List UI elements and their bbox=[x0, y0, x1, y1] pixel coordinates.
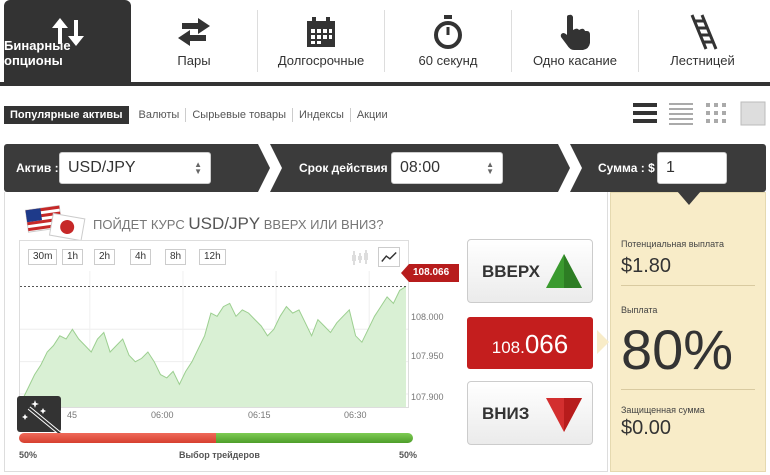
traders-choice-label: Выбор трейдеров bbox=[179, 450, 260, 460]
expiry-label: Срок действия : bbox=[299, 161, 395, 175]
usd-jpy-flags-icon bbox=[24, 205, 86, 242]
x-tick: 06:30 bbox=[344, 410, 367, 420]
y-tick: 107.950 bbox=[411, 351, 444, 361]
traders-up-share bbox=[216, 433, 413, 443]
potential-payout-label: Потенциальная выплата bbox=[621, 239, 724, 249]
protected-amount-value: $0.00 bbox=[621, 417, 672, 439]
x-tick: 06:15 bbox=[248, 410, 271, 420]
asset-category-nav: Популярные активы Валюты Сырьевые товары… bbox=[4, 106, 394, 124]
x-tick: 45 bbox=[67, 410, 78, 420]
ladder-icon bbox=[683, 12, 723, 52]
select-arrows-icon: ▲ ▼ bbox=[194, 160, 202, 176]
product-tabs: Бинарные опционы Пары Долгосрочные 60 се… bbox=[0, 0, 770, 86]
payout-label: Выплата bbox=[621, 305, 658, 315]
trade-panel: ПОЙДЕТ КУРС USD/JPY ВВЕРХ ИЛИ ВНИЗ? 30m … bbox=[4, 192, 609, 472]
arrows-left-right-icon bbox=[174, 12, 214, 52]
single-view-icon[interactable] bbox=[740, 100, 766, 126]
payout-panel: Потенциальная выплата $1.80 Выплата 80% … bbox=[610, 191, 766, 472]
pointer-arrow bbox=[597, 330, 609, 354]
call-up-button[interactable]: ВВЕРХ bbox=[467, 239, 593, 303]
magic-wand-icon[interactable] bbox=[15, 394, 67, 438]
arrow-up-icon bbox=[546, 254, 582, 288]
arrows-up-down-icon bbox=[48, 12, 88, 52]
put-down-button[interactable]: ВНИЗ bbox=[467, 381, 593, 445]
subnav-stocks[interactable]: Акции bbox=[351, 108, 394, 122]
pointer-down-arrow bbox=[677, 191, 701, 205]
hand-pointer-icon bbox=[555, 12, 595, 52]
subnav-indices[interactable]: Индексы bbox=[293, 108, 351, 122]
price-chart: 30m 1h 2h 4h 8h 12h bbox=[19, 240, 409, 408]
amount-label: Сумма : $ bbox=[598, 161, 655, 175]
calendar-icon bbox=[301, 12, 341, 52]
traders-choice-bar bbox=[19, 433, 413, 443]
chevron-separator bbox=[258, 144, 282, 192]
traders-down-share bbox=[19, 433, 216, 443]
tab-pairs[interactable]: Пары bbox=[131, 0, 257, 82]
list-view-icon[interactable] bbox=[632, 100, 658, 126]
potential-payout-value: $1.80 bbox=[621, 255, 672, 277]
expiry-select[interactable]: 08:00 ▲ ▼ bbox=[391, 152, 503, 184]
y-tick: 107.900 bbox=[411, 392, 444, 402]
current-price-tag: 108.066 bbox=[401, 264, 459, 282]
arrow-down-icon bbox=[546, 398, 582, 432]
asset-label: Актив : bbox=[16, 161, 59, 175]
direction-question: ПОЙДЕТ КУРС USD/JPY ВВЕРХ ИЛИ ВНИЗ? bbox=[93, 214, 384, 233]
current-price: 108.066 bbox=[467, 317, 593, 369]
traders-right-pct: 50% bbox=[399, 450, 418, 460]
tab-binary-options[interactable]: Бинарные опционы bbox=[4, 0, 131, 82]
tab-60-seconds[interactable]: 60 секунд bbox=[385, 0, 511, 82]
view-switcher bbox=[632, 100, 766, 126]
traders-left-pct: 50% bbox=[19, 450, 38, 460]
price-area-chart bbox=[20, 271, 408, 407]
tab-one-touch[interactable]: Одно касание bbox=[512, 0, 638, 82]
stopwatch-icon bbox=[428, 12, 468, 52]
tab-ladder[interactable]: Лестницей bbox=[639, 0, 766, 82]
asset-select[interactable]: USD/JPY ▲ ▼ bbox=[59, 152, 211, 184]
subnav-commodities[interactable]: Сырьевые товары bbox=[186, 108, 293, 122]
payout-percent: 80% bbox=[621, 318, 734, 381]
price-area bbox=[22, 286, 406, 407]
protected-amount-label: Защищенная сумма bbox=[621, 405, 705, 415]
tab-long-term[interactable]: Долгосрочные bbox=[258, 0, 384, 82]
trade-params-bar: Актив : USD/JPY ▲ ▼ Срок действия : 08:00… bbox=[4, 144, 766, 192]
amount-input[interactable]: 1 bbox=[657, 152, 727, 184]
compact-list-view-icon[interactable] bbox=[668, 100, 694, 126]
subnav-popular[interactable]: Популярные активы bbox=[4, 106, 129, 124]
y-tick: 108.000 bbox=[411, 312, 444, 322]
chevron-separator bbox=[558, 144, 582, 192]
select-arrows-icon: ▲ ▼ bbox=[486, 160, 494, 176]
grid-view-icon[interactable] bbox=[704, 100, 730, 126]
x-tick: 06:00 bbox=[151, 410, 174, 420]
subnav-currencies[interactable]: Валюты bbox=[133, 108, 187, 122]
